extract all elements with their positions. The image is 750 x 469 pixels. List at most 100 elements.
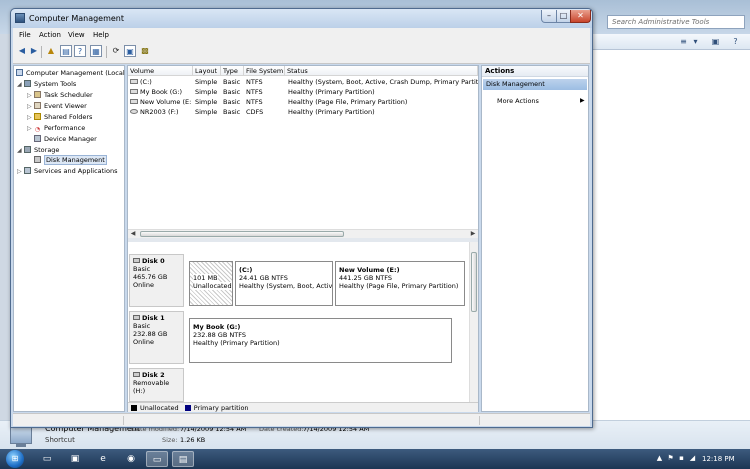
help-icon[interactable]: ?	[74, 45, 86, 57]
taskbar-folder-icon[interactable]: ▭	[36, 451, 58, 467]
view-dropdown-icon[interactable]: ▾	[691, 38, 700, 46]
col-type[interactable]: Type	[221, 66, 244, 76]
collapse-icon[interactable]: ◢	[17, 80, 24, 90]
tree-item-event-viewer[interactable]: ▷ Event Viewer	[27, 101, 87, 111]
show-hide-tree-icon[interactable]: ▤	[60, 45, 72, 57]
actions-section-disk-management[interactable]: Disk Management	[483, 79, 587, 90]
collapse-icon[interactable]: ◢	[17, 146, 24, 156]
disk-icon[interactable]: ▩	[139, 45, 151, 57]
forward-arrow-icon[interactable]: ▶	[28, 45, 40, 57]
taskbar-firefox-icon[interactable]: ◉	[120, 451, 142, 467]
more-actions-link[interactable]: More Actions	[497, 97, 539, 105]
drive-icon	[130, 79, 138, 84]
col-file-system[interactable]: File System	[244, 66, 285, 76]
tree-item-task-scheduler[interactable]: ▷ Task Scheduler	[27, 90, 93, 100]
event-viewer-icon	[34, 102, 41, 109]
partition-unallocated[interactable]: 101 MB Unallocated	[189, 261, 233, 306]
up-folder-icon[interactable]: ▲	[45, 45, 57, 57]
computer-management-icon	[15, 13, 25, 23]
console-tree: Computer Management (Local ◢ System Tools…	[13, 65, 125, 412]
status-bar	[13, 413, 590, 426]
clock-icon	[34, 91, 41, 98]
expand-icon[interactable]: ▷	[27, 91, 34, 101]
disk-0-label[interactable]: Disk 0 Basic 465.76 GB Online	[129, 254, 184, 307]
back-arrow-icon[interactable]: ◀	[16, 45, 28, 57]
partition-g[interactable]: My Book (G:) 232.88 GB NTFS Healthy (Pri…	[189, 318, 452, 363]
scroll-thumb[interactable]	[140, 231, 344, 237]
refresh-icon[interactable]: ⟳	[110, 45, 122, 57]
tree-item-storage[interactable]: ◢ Storage	[17, 145, 59, 155]
close-button[interactable]: ✕	[570, 10, 591, 23]
actions-pane: Actions Disk Management More Actions ▶	[481, 65, 589, 412]
storage-icon	[24, 146, 31, 153]
performance-icon: ◔	[34, 126, 41, 133]
menu-view[interactable]: View	[68, 31, 85, 39]
explorer-search-input[interactable]: Search Administrative Tools	[607, 15, 745, 29]
table-row[interactable]: My Book (G:) Simple Basic NTFS Healthy (…	[128, 87, 478, 97]
details-type: Shortcut	[45, 436, 75, 444]
tree-item-disk-management[interactable]: Disk Management	[34, 155, 107, 165]
cd-drive-icon	[130, 109, 138, 114]
start-button[interactable]: ⊞	[6, 450, 24, 468]
tree-item-shared-folders[interactable]: ▷ Shared Folders	[27, 112, 92, 122]
maximize-button[interactable]: □	[556, 10, 571, 23]
tree-item-system-tools[interactable]: ◢ System Tools	[17, 79, 76, 89]
drive-icon	[130, 99, 138, 104]
services-icon	[24, 167, 31, 174]
tray-flag-icon[interactable]: ⚑	[666, 454, 675, 463]
export-list-icon[interactable]: ▣	[124, 45, 136, 57]
status-divider	[479, 416, 480, 425]
disk-management-pane: Volume Layout Type File System Status (C…	[127, 65, 479, 412]
expand-icon[interactable]: ▷	[27, 124, 34, 134]
menu-help[interactable]: Help	[93, 31, 109, 39]
taskbar-explorer-icon[interactable]: ▣	[64, 451, 86, 467]
taskbar: ⊞ ▭ ▣ e ◉ ▭ ▤ ▲ ⚑ ▪ ◢ 12:18 PM	[0, 449, 750, 469]
scroll-right-icon[interactable]: ▶	[469, 230, 477, 238]
minimize-button[interactable]: –	[541, 10, 557, 23]
window-titlebar[interactable]: Computer Management – □ ✕	[11, 9, 592, 28]
menu-file[interactable]: File	[19, 31, 31, 39]
table-row[interactable]: (C:) Simple Basic NTFS Healthy (System, …	[128, 77, 478, 87]
tree-item-services[interactable]: ▷ Services and Applications	[17, 166, 117, 176]
disk-1-label[interactable]: Disk 1 Basic 232.88 GB Online	[129, 311, 184, 364]
unallocated-swatch	[131, 405, 137, 411]
legend-unallocated: Unallocated	[140, 404, 179, 412]
expand-icon[interactable]: ▷	[27, 113, 34, 123]
help-icon[interactable]: ?	[731, 38, 740, 46]
table-row[interactable]: New Volume (E:) Simple Basic NTFS Health…	[128, 97, 478, 107]
expand-icon[interactable]: ▷	[17, 167, 24, 177]
taskbar-clock[interactable]: 12:18 PM	[702, 455, 735, 463]
table-row[interactable]: NR2003 (F:) Simple Basic CDFS Healthy (P…	[128, 107, 478, 117]
expand-icon[interactable]: ▷	[27, 102, 34, 112]
vertical-scrollbar[interactable]	[469, 242, 478, 402]
col-status[interactable]: Status	[285, 66, 478, 76]
properties-icon[interactable]: ▦	[90, 45, 102, 57]
partition-e[interactable]: New Volume (E:) 441.25 GB NTFS Healthy (…	[335, 261, 465, 306]
tree-item-performance[interactable]: ▷ ◔ Performance	[27, 123, 85, 133]
menu-action[interactable]: Action	[39, 31, 61, 39]
horizontal-scrollbar[interactable]: ◀ ▶	[128, 229, 478, 238]
taskbar-ie-icon[interactable]: e	[92, 451, 114, 467]
disk-2-label[interactable]: Disk 2 Removable (H:) No Media	[129, 368, 184, 402]
tray-network-icon[interactable]: ▪	[677, 454, 686, 463]
scroll-thumb[interactable]	[471, 252, 477, 312]
tray-arrow-icon[interactable]: ▲	[655, 454, 664, 463]
chevron-right-icon[interactable]: ▶	[580, 97, 585, 104]
preview-pane-icon[interactable]: ▣	[711, 38, 720, 46]
computer-icon	[16, 69, 23, 76]
tree-item-root[interactable]: Computer Management (Local	[16, 68, 125, 78]
tree-item-device-manager[interactable]: Device Manager	[34, 134, 97, 144]
taskbar-computer-management-icon[interactable]: ▤	[172, 451, 194, 467]
col-volume[interactable]: Volume	[128, 66, 193, 76]
tray-volume-icon[interactable]: ◢	[688, 454, 697, 463]
toolbar-separator	[106, 46, 107, 58]
col-layout[interactable]: Layout	[193, 66, 221, 76]
toolbar-separator	[41, 46, 42, 58]
view-options-icon[interactable]: ≡	[679, 38, 688, 46]
explorer-toolbar: ≡ ▾ ▣ ?	[593, 34, 750, 50]
size-label: Size:	[162, 436, 178, 444]
taskbar-window-icon[interactable]: ▭	[146, 451, 168, 467]
partition-c[interactable]: (C:) 24.41 GB NTFS Healthy (System, Boot…	[235, 261, 333, 306]
scroll-left-icon[interactable]: ◀	[129, 230, 137, 238]
hard-disk-icon	[133, 258, 140, 263]
